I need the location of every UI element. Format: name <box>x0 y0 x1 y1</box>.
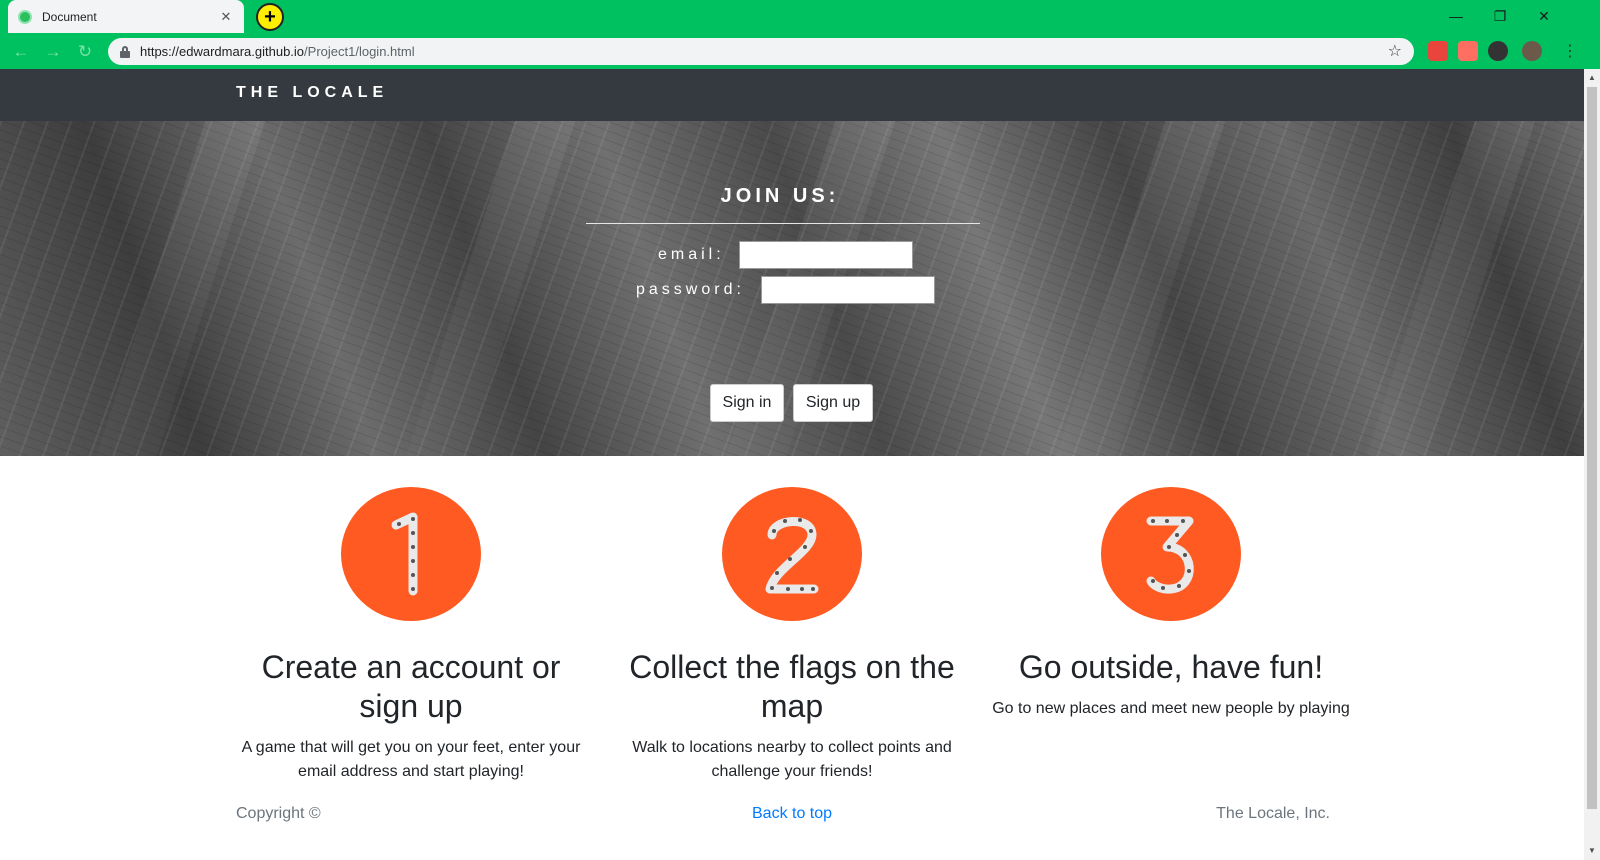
tab-title: Document <box>42 9 97 24</box>
join-divider <box>586 223 980 224</box>
feature-collect-flags: Collect the flags on the map Walk to loc… <box>612 487 972 784</box>
site-brand[interactable]: THE LOCALE <box>236 84 388 102</box>
new-tab-button[interactable]: + <box>256 3 284 31</box>
favicon-icon <box>18 9 32 24</box>
hero-texture <box>1358 121 1542 456</box>
copyright-text: Copyright © <box>236 805 321 822</box>
company-name: The Locale, Inc. <box>1216 805 1330 822</box>
feature-text: A game that will get you on your feet, e… <box>241 739 581 780</box>
sign-up-button[interactable]: Sign up <box>793 384 873 422</box>
join-title: JOIN US: <box>720 185 840 207</box>
url-text: https://edwardmara.github.io/Project1/lo… <box>140 44 415 59</box>
password-field[interactable] <box>761 276 935 304</box>
scrollbar-thumb[interactable] <box>1587 87 1597 809</box>
sign-in-button[interactable]: Sign in <box>710 384 784 422</box>
reload-button[interactable]: ↻ <box>74 41 96 63</box>
step-one-badge <box>341 487 481 621</box>
chain-number-three-icon <box>1146 516 1194 594</box>
close-window-button[interactable]: ✕ <box>1522 2 1566 30</box>
minimize-button[interactable]: — <box>1434 2 1478 30</box>
hero-texture <box>398 121 582 456</box>
feature-create-account: Create an account or sign up A game that… <box>231 487 591 784</box>
scroll-down-icon[interactable]: ▼ <box>1587 845 1597 857</box>
site-footer: Copyright © Back to top The Locale, Inc. <box>0 805 1584 829</box>
browser-tab[interactable]: Document ✕ <box>8 0 244 33</box>
step-two-badge <box>722 487 862 621</box>
feature-title: Create an account or sign up <box>261 649 561 724</box>
browser-menu-icon[interactable]: ⋮ <box>1560 41 1580 61</box>
extension-red-icon[interactable] <box>1428 41 1448 61</box>
scroll-up-icon[interactable]: ▲ <box>1587 72 1597 84</box>
page-scrollbar[interactable]: ▲ ▼ <box>1584 69 1600 860</box>
feature-text: Walk to locations nearby to collect poin… <box>632 739 952 780</box>
browser-chrome: Document ✕ + — ❐ ✕ ← → ↻ https://edwardm… <box>0 0 1600 69</box>
profile-avatar[interactable] <box>1522 41 1542 61</box>
tab-close-icon[interactable]: ✕ <box>218 9 234 25</box>
step-three-badge <box>1101 487 1241 621</box>
password-label: password: <box>636 281 745 298</box>
address-bar[interactable]: https://edwardmara.github.io/Project1/lo… <box>108 38 1414 65</box>
lock-icon <box>120 45 130 58</box>
bookmark-star-icon[interactable]: ☆ <box>1388 41 1402 61</box>
feature-text: Go to new places and meet new people by … <box>992 700 1350 717</box>
hero-texture <box>88 121 272 456</box>
chain-number-two-icon <box>765 517 819 594</box>
restore-button[interactable]: ❐ <box>1478 2 1522 30</box>
feature-title: Go outside, have fun! <box>1018 649 1324 685</box>
extension-camera-icon[interactable] <box>1458 41 1478 61</box>
feature-go-outside: Go outside, have fun! Go to new places a… <box>991 487 1351 721</box>
page: THE LOCALE JOIN US: email: password: Sig… <box>0 69 1584 860</box>
feature-title: Collect the flags on the map <box>629 649 955 724</box>
site-navbar: THE LOCALE <box>0 69 1584 121</box>
forward-button[interactable]: → <box>42 41 64 63</box>
extension-face-icon[interactable] <box>1488 41 1508 61</box>
email-label: email: <box>658 246 725 263</box>
hero-texture <box>1048 121 1232 456</box>
chain-number-one-icon <box>391 512 418 596</box>
back-to-top-link[interactable]: Back to top <box>752 805 832 823</box>
join-hero: JOIN US: email: password: Sign in Sign u… <box>0 121 1584 456</box>
email-field[interactable] <box>739 241 913 269</box>
back-button[interactable]: ← <box>10 41 32 63</box>
browser-toolbar: ← → ↻ https://edwardmara.github.io/Proje… <box>0 33 1600 69</box>
